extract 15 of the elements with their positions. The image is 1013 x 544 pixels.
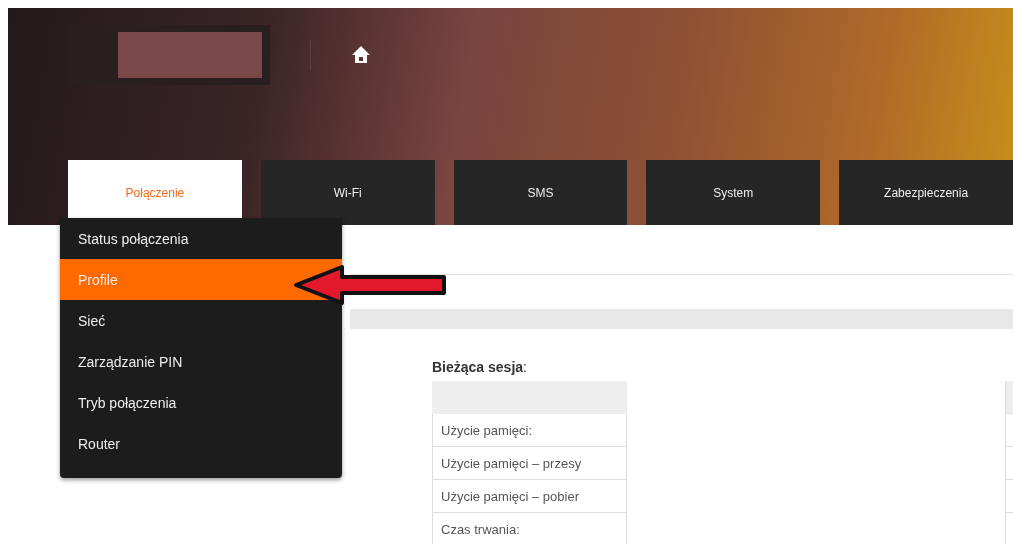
nav-tab[interactable]: Wi-Fi <box>260 160 435 225</box>
table-cell: Użycie pamięci: <box>432 414 627 447</box>
nav-tab[interactable]: Zabezpieczenia <box>839 160 1013 225</box>
menu-item[interactable]: Tryb połączenia <box>60 382 342 423</box>
section-title: Bieżąca sesja: <box>432 359 528 375</box>
table-cell: Użycie pamięci – przesy <box>432 447 627 480</box>
menu-item[interactable]: Zarządzanie PIN <box>60 341 342 382</box>
home-icon[interactable] <box>351 45 371 65</box>
table-cell: Użycie pamięci – pobier <box>432 480 627 513</box>
menu-item[interactable]: Sieć <box>60 300 342 341</box>
menu-item[interactable]: Router <box>60 423 342 464</box>
nav-tab[interactable]: System <box>646 160 821 225</box>
table-header <box>1005 381 1013 414</box>
nav-tab[interactable]: SMS <box>453 160 628 225</box>
table-cell: Czas trwania: <box>432 513 627 544</box>
